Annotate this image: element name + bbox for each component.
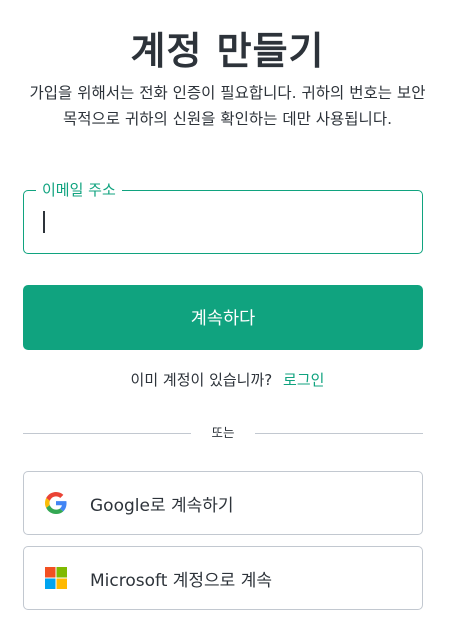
google-button-label: Google로 계속하기 xyxy=(90,495,234,516)
microsoft-continue-button[interactable]: Microsoft 계정으로 계속 xyxy=(23,546,423,610)
signup-page: 계정 만들기 가입을 위해서는 전화 인증이 필요합니다. 귀하의 번호는 보안… xyxy=(0,0,455,629)
google-icon xyxy=(44,491,68,515)
text-cursor xyxy=(43,211,45,233)
microsoft-icon xyxy=(44,566,68,590)
login-link[interactable]: 로그인 xyxy=(283,371,324,389)
phone-verification-notice: 가입을 위해서는 전화 인증이 필요합니다. 귀하의 번호는 보안 목적으로 귀… xyxy=(29,84,426,128)
continue-button[interactable]: 계속하다 xyxy=(23,285,423,350)
email-field[interactable]: 이메일 주소 xyxy=(23,179,423,254)
login-prompt: 이미 계정이 있습니까? 로그인 xyxy=(0,369,455,390)
google-continue-button[interactable]: Google로 계속하기 xyxy=(23,471,423,535)
microsoft-button-label: Microsoft 계정으로 계속 xyxy=(90,570,273,591)
email-input[interactable] xyxy=(25,192,421,252)
divider-line-right xyxy=(255,433,423,434)
login-prompt-text: 이미 계정이 있습니까? xyxy=(130,371,273,389)
or-divider: 또는 xyxy=(23,422,423,444)
page-title: 계정 만들기 xyxy=(130,29,325,73)
